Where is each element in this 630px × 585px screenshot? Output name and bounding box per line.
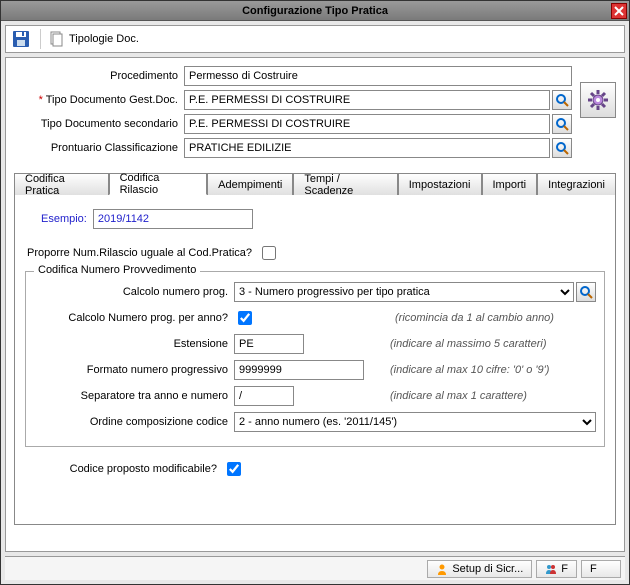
user-icon bbox=[436, 563, 448, 575]
calcolo-anno-checkbox[interactable] bbox=[238, 311, 252, 325]
tab-integrazioni[interactable]: Integrazioni bbox=[537, 173, 616, 195]
content-area: Procedimento * Tipo Documento Gest.Doc. … bbox=[5, 57, 625, 552]
tab-adempimenti[interactable]: Adempimenti bbox=[207, 173, 293, 195]
save-button[interactable] bbox=[10, 28, 32, 50]
calcolo-anno-label: Calcolo Numero prog. per anno? bbox=[34, 312, 234, 324]
ordine-label: Ordine composizione codice bbox=[34, 416, 234, 428]
tabs: Codifica Pratica Codifica Rilascio Ademp… bbox=[14, 172, 616, 195]
users-icon bbox=[545, 563, 557, 575]
tab-codifica-rilascio[interactable]: Codifica Rilascio bbox=[109, 173, 208, 195]
esempio-label: Esempio: bbox=[41, 213, 87, 225]
tab-body-codifica-rilascio: Esempio: Proporre Num.Rilascio uguale al… bbox=[14, 195, 616, 525]
search-icon bbox=[555, 93, 569, 107]
window-title: Configurazione Tipo Pratica bbox=[242, 5, 388, 17]
tipo-doc-sec-input[interactable] bbox=[184, 114, 550, 134]
tab-tempi-scadenze[interactable]: Tempi / Scadenze bbox=[293, 173, 397, 195]
document-icon bbox=[49, 31, 65, 47]
gear-icon bbox=[586, 88, 610, 112]
esempio-input[interactable] bbox=[93, 209, 253, 229]
search-icon bbox=[555, 117, 569, 131]
fieldset-codifica-provvedimento: Codifica Numero Provvedimento Calcolo nu… bbox=[25, 271, 605, 447]
formato-label: Formato numero progressivo bbox=[34, 364, 234, 376]
modificabile-checkbox[interactable] bbox=[227, 462, 241, 476]
setup-sicurezza-button[interactable]: Setup di Sicr... bbox=[427, 560, 532, 578]
tipologie-doc-button[interactable]: Tipologie Doc. bbox=[49, 31, 139, 47]
close-button[interactable] bbox=[611, 3, 627, 19]
formato-hint: (indicare al max 10 cifre: '0' o '9') bbox=[390, 364, 549, 376]
tab-impostazioni[interactable]: Impostazioni bbox=[398, 173, 482, 195]
tipo-doc-sec-search-button[interactable] bbox=[552, 114, 572, 134]
tipologie-doc-label: Tipologie Doc. bbox=[69, 33, 139, 45]
ordine-select[interactable]: 2 - anno numero (es. '2011/145') bbox=[234, 412, 596, 432]
separatore-label: Separatore tra anno e numero bbox=[34, 390, 234, 402]
prontuario-label: Prontuario Classificazione bbox=[14, 142, 184, 154]
toolbar-divider bbox=[40, 29, 41, 49]
tab-importi[interactable]: Importi bbox=[482, 173, 538, 195]
estensione-hint: (indicare al massimo 5 caratteri) bbox=[390, 338, 547, 350]
fieldset-legend: Codifica Numero Provvedimento bbox=[34, 264, 200, 276]
tipo-doc-sec-label: Tipo Documento secondario bbox=[14, 118, 184, 130]
tipo-doc-gest-search-button[interactable] bbox=[552, 90, 572, 110]
procedimento-label: Procedimento bbox=[14, 70, 184, 82]
header-form: Procedimento * Tipo Documento Gest.Doc. … bbox=[14, 66, 616, 162]
estensione-label: Estensione bbox=[34, 338, 234, 350]
calcolo-anno-hint: (ricomincia da 1 al cambio anno) bbox=[395, 312, 554, 324]
tab-codifica-pratica[interactable]: Codifica Pratica bbox=[14, 173, 109, 195]
statusbar: Setup di Sicr... F F bbox=[5, 556, 625, 580]
separatore-input[interactable] bbox=[234, 386, 294, 406]
estensione-input[interactable] bbox=[234, 334, 304, 354]
calcolo-prog-label: Calcolo numero prog. bbox=[34, 286, 234, 298]
titlebar: Configurazione Tipo Pratica bbox=[1, 1, 629, 21]
footer-f2-button[interactable]: F bbox=[581, 560, 621, 578]
footer-f1-button[interactable]: F bbox=[536, 560, 577, 578]
search-icon bbox=[555, 141, 569, 155]
toolbar: Tipologie Doc. bbox=[5, 25, 625, 53]
proporre-label: Proporre Num.Rilascio uguale al Cod.Prat… bbox=[27, 247, 252, 259]
proporre-checkbox[interactable] bbox=[262, 246, 276, 260]
prontuario-search-button[interactable] bbox=[552, 138, 572, 158]
separatore-hint: (indicare al max 1 carattere) bbox=[390, 390, 527, 402]
procedimento-input[interactable] bbox=[184, 66, 572, 86]
search-icon bbox=[579, 285, 593, 299]
settings-button[interactable] bbox=[580, 82, 616, 118]
modificabile-label: Codice proposto modificabile? bbox=[23, 463, 223, 475]
tipo-doc-gest-label: * Tipo Documento Gest.Doc. bbox=[14, 94, 184, 106]
calcolo-prog-search-button[interactable] bbox=[576, 282, 596, 302]
calcolo-prog-select[interactable]: 3 - Numero progressivo per tipo pratica bbox=[234, 282, 574, 302]
prontuario-input[interactable] bbox=[184, 138, 550, 158]
formato-input[interactable] bbox=[234, 360, 364, 380]
tipo-doc-gest-input[interactable] bbox=[184, 90, 550, 110]
dialog-window: Configurazione Tipo Pratica Tipologie Do… bbox=[0, 0, 630, 585]
